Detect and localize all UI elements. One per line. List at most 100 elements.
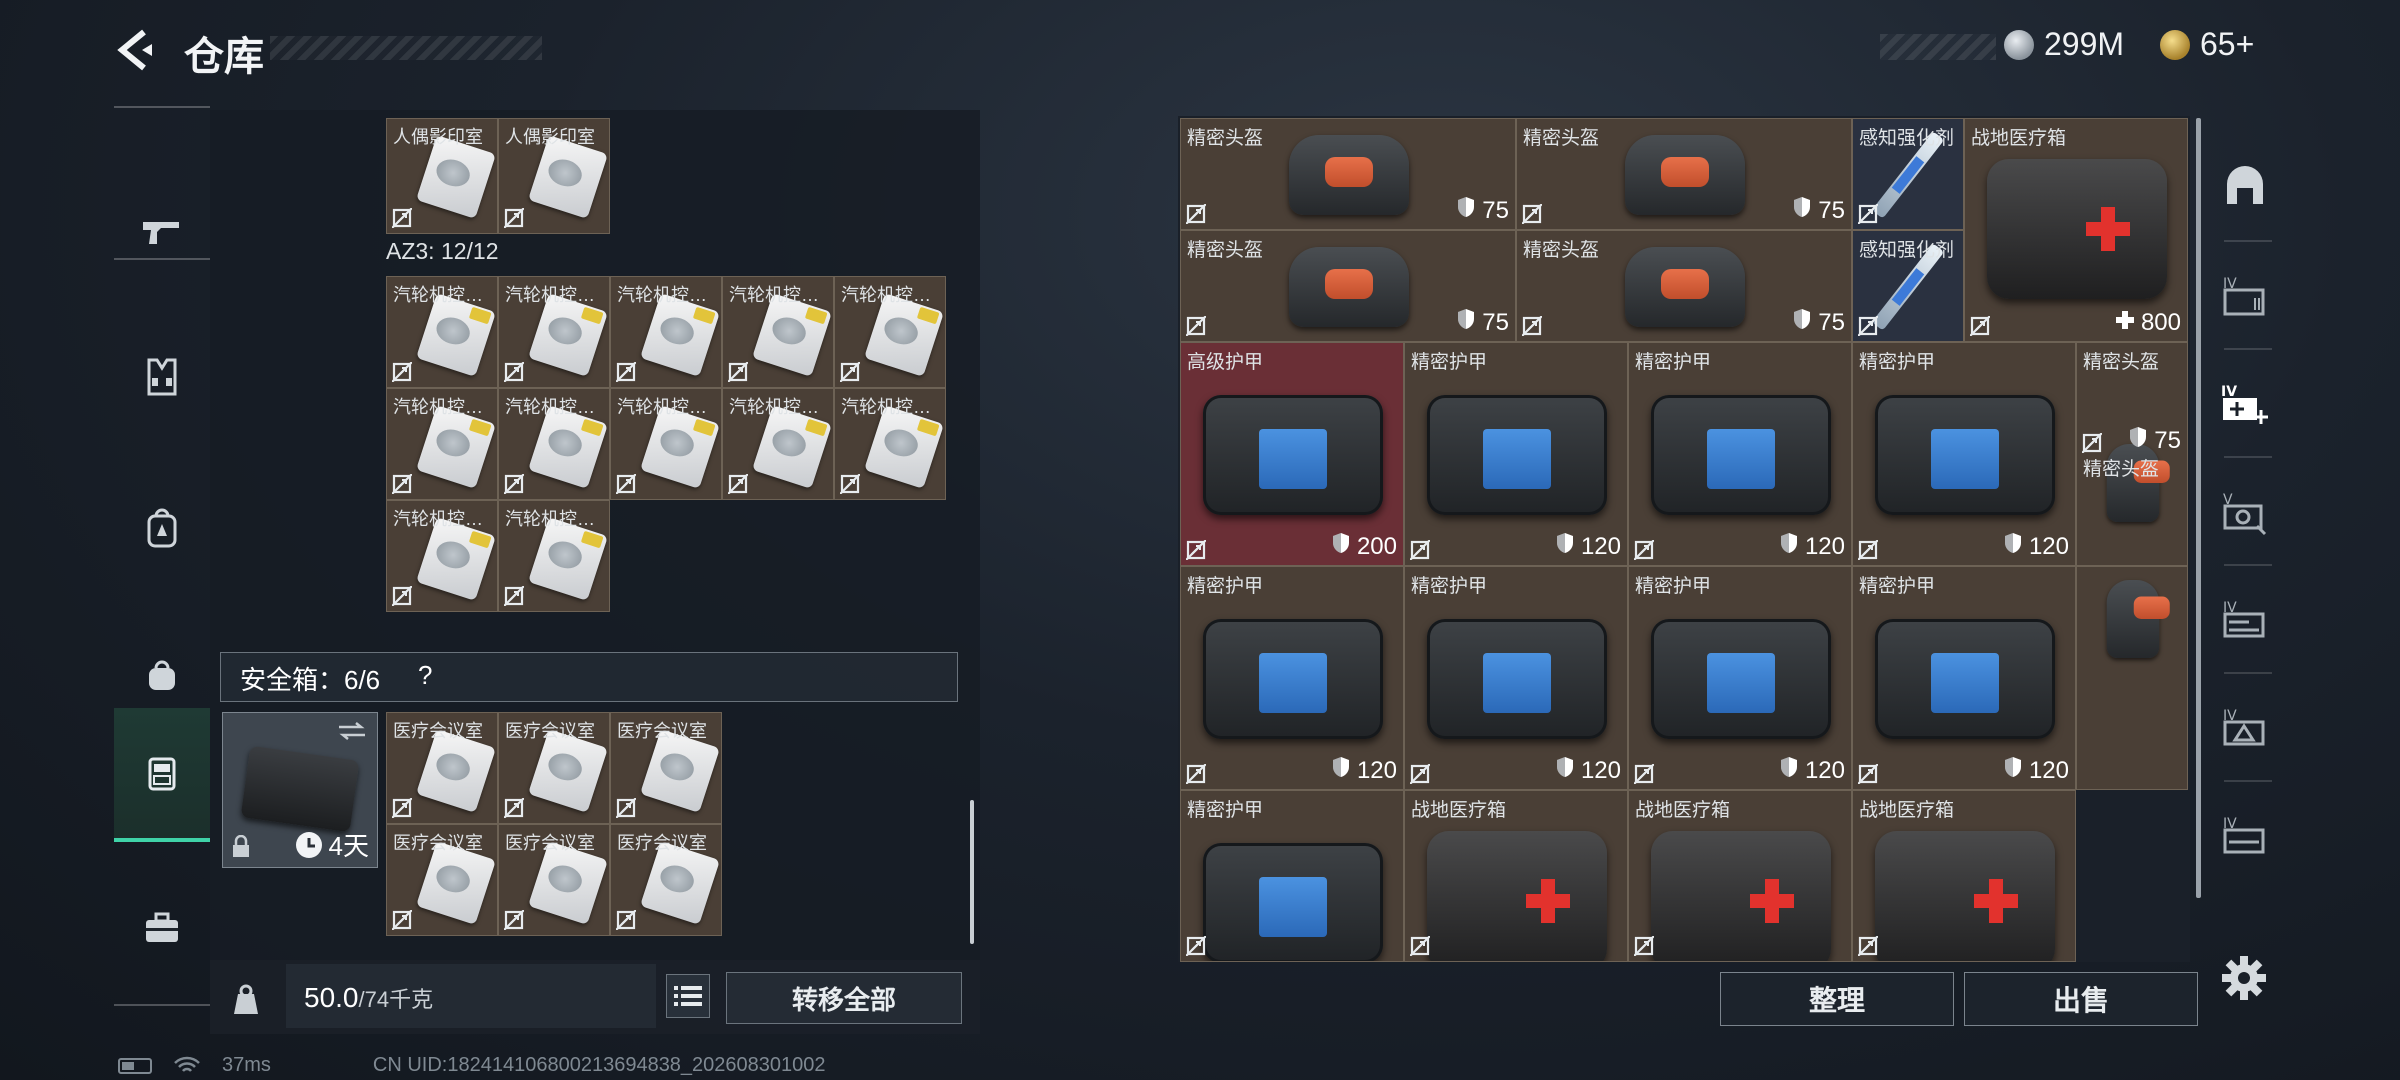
shield-icon [1792, 308, 1812, 337]
warehouse-item-armor[interactable]: 精密护甲 120 [1628, 342, 1852, 566]
item-label: 汽轮机控… [505, 397, 595, 417]
item-durability-value: 75 [2154, 426, 2181, 454]
gold-currency[interactable]: 65+ [2160, 26, 2254, 63]
item-label: 感知强化剂 [1859, 240, 1955, 261]
az3-item[interactable]: 汽轮机控… [834, 388, 946, 500]
transfer-all-button[interactable]: 转移全部 [726, 972, 962, 1024]
item-label: 医疗会议室 [617, 833, 707, 853]
safe-item[interactable]: 医疗会议室 [386, 712, 498, 824]
az3-item[interactable]: 汽轮机控… [722, 276, 834, 388]
item-label: 医疗会议室 [505, 833, 595, 853]
list-view-button[interactable] [666, 974, 710, 1018]
top-item[interactable]: 人偶影印室 [386, 118, 498, 234]
warehouse-tab-2[interactable]: IV [2200, 244, 2290, 352]
item-durability-value: 120 [1804, 532, 1845, 560]
warehouse-item-medkit[interactable]: 战地医疗箱 800 [1964, 118, 2188, 342]
warehouse-item-helmet[interactable]: 精密头盔 75 [1516, 230, 1852, 342]
warehouse-item-armor[interactable]: 精密护甲 120 [1404, 342, 1628, 566]
warehouse-item-armor[interactable]: 精密护甲 120 [1628, 566, 1852, 790]
no-insure-icon [615, 473, 637, 495]
plus-icon [2115, 309, 2135, 337]
safe-item[interactable]: 医疗会议室 [610, 712, 722, 824]
shield-icon [2003, 532, 2023, 561]
shield-icon [1331, 756, 1351, 785]
warehouse-tab-5[interactable]: IV [2200, 568, 2290, 676]
item-label: 医疗会议室 [393, 833, 483, 853]
safe-box-slot[interactable]: 4天 [222, 712, 378, 868]
item-durability-value: 120 [1804, 756, 1845, 784]
az3-item[interactable]: 汽轮机控… [834, 276, 946, 388]
no-insure-icon [503, 909, 525, 931]
no-insure-icon [1857, 763, 1879, 785]
safe-item[interactable]: 医疗会议室 [498, 712, 610, 824]
warehouse-tab-4[interactable]: V [2200, 460, 2290, 568]
red-cross-icon [1765, 879, 1779, 923]
safe-item[interactable]: 医疗会议室 [610, 824, 722, 936]
safe-box-title: 安全箱：6/6 [240, 665, 381, 695]
warehouse-tab-1[interactable] [2200, 136, 2290, 244]
warehouse-item-medkit[interactable]: 战地医疗箱 [1628, 790, 1852, 962]
az3-item[interactable]: 汽轮机控… [722, 388, 834, 500]
top-item[interactable]: 人偶影印室 [498, 118, 610, 234]
warehouse-item-syringe[interactable]: 感知强化剂 [1852, 118, 1964, 230]
warehouse-item-armor[interactable]: 精密护甲 [1180, 790, 1404, 962]
warehouse-item-helmet-side[interactable]: 精密头盔 [2076, 566, 2188, 790]
safe-box-help-button[interactable]: ? [418, 660, 432, 691]
swap-icon[interactable] [337, 721, 367, 741]
warehouse-item-helmet-side[interactable]: 精密头盔 75 精密头盔 [2076, 342, 2188, 566]
nav-item-chest-rig[interactable] [114, 312, 210, 442]
sort-button[interactable]: 整理 [1720, 972, 1954, 1026]
safe-item[interactable]: 医疗会议室 [386, 824, 498, 936]
nav-item-weapons[interactable] [114, 166, 210, 296]
warehouse-item-helmet[interactable]: 精密头盔 75 [1180, 118, 1516, 230]
list-icon [674, 986, 702, 1006]
warehouse-item-helmet[interactable]: 精密头盔 75 [1180, 230, 1516, 342]
az3-item[interactable]: 汽轮机控… [498, 388, 610, 500]
no-insure-icon [615, 909, 637, 931]
warehouse-item-armor[interactable]: 精密护甲 120 [1852, 342, 2076, 566]
az3-item[interactable]: 汽轮机控… [386, 500, 498, 612]
armor-image [1203, 619, 1383, 739]
item-label: 医疗会议室 [393, 721, 483, 741]
warehouse-item-syringe[interactable]: 感知强化剂 [1852, 230, 1964, 342]
warehouse-tab-7[interactable]: IV [2200, 784, 2290, 892]
az3-item[interactable]: 汽轮机控… [498, 276, 610, 388]
item-durability-value: 120 [2028, 532, 2069, 560]
az3-item[interactable]: 汽轮机控… [498, 500, 610, 612]
warehouse-item-armor[interactable]: 精密护甲 120 [1180, 566, 1404, 790]
warehouse-item-medkit[interactable]: 战地医疗箱 [1404, 790, 1628, 962]
safe-item[interactable]: 医疗会议室 [498, 824, 610, 936]
armor-image [1875, 395, 2055, 515]
az3-item[interactable]: 汽轮机控… [610, 276, 722, 388]
warehouse-item-medkit[interactable]: 战地医疗箱 [1852, 790, 2076, 962]
nav-item-safe-box[interactable] [114, 708, 210, 842]
settings-gear-icon[interactable] [2218, 952, 2270, 1004]
warehouse-tab-3[interactable]: IV [2200, 352, 2290, 460]
uid-text: CN UID:18241410680021369483​8_2026083010… [372, 1054, 826, 1076]
sell-button[interactable]: 出售 [1964, 972, 2198, 1026]
no-insure-icon [1185, 763, 1207, 785]
item-durability: 120 [2003, 756, 2069, 785]
az3-item[interactable]: 汽轮机控… [386, 388, 498, 500]
back-button[interactable] [112, 26, 160, 74]
no-insure-icon [503, 361, 525, 383]
vest-icon [147, 358, 177, 396]
storage-4b-icon: IV [2217, 592, 2273, 653]
helmet-image [1625, 135, 1745, 215]
nav-item-backpack[interactable] [114, 464, 210, 594]
item-label: 人偶影印室 [505, 127, 595, 147]
az3-item[interactable]: 汽轮机控… [386, 276, 498, 388]
tab-divider [2224, 348, 2272, 350]
warehouse-item-armor[interactable]: 精密护甲 120 [1404, 566, 1628, 790]
warehouse-tab-6[interactable]: IV [2200, 676, 2290, 784]
warehouse-item-armor[interactable]: 精密护甲 120 [1852, 566, 2076, 790]
item-label: 医疗会议室 [617, 721, 707, 741]
container-scrollbar[interactable] [970, 800, 974, 944]
warehouse-item-helmet[interactable]: 精密头盔 75 [1516, 118, 1852, 230]
item-durability: 120 [2003, 532, 2069, 561]
item-label: 精密护甲 [1859, 352, 1936, 373]
silver-currency[interactable]: 299M [2004, 26, 2124, 63]
az3-item[interactable]: 汽轮机控… [610, 388, 722, 500]
warehouse-item-armor[interactable]: 高级护甲 200 [1180, 342, 1404, 566]
nav-item-toolbox[interactable] [114, 862, 210, 992]
